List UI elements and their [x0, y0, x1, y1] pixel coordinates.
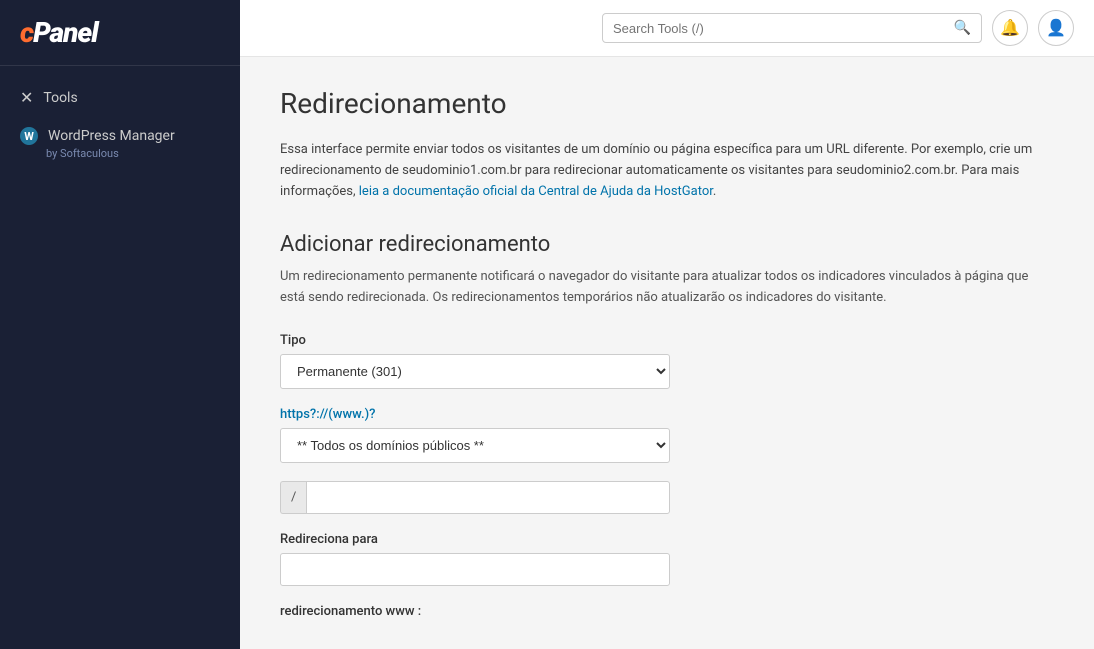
desc-text-2: .: [713, 184, 716, 199]
wp-item-top: W WordPress Manager: [20, 127, 220, 145]
www-group: redirecionamento www :: [280, 604, 1054, 619]
page-title: Redirecionamento: [280, 87, 1054, 120]
section-description: Um redirecionamento permanente notificar…: [280, 267, 1054, 309]
notifications-button[interactable]: 🔔: [992, 10, 1028, 46]
wp-label: WordPress Manager: [48, 128, 175, 144]
help-link[interactable]: leia a documentação oficial da Central d…: [359, 184, 713, 199]
https-group: https?://(www.)? ** Todos os domínios pú…: [280, 407, 1054, 463]
domain-select[interactable]: ** Todos os domínios públicos **: [280, 428, 670, 463]
wp-sub-label: by Softaculous: [20, 147, 220, 160]
sidebar-item-tools-label: Tools: [43, 90, 77, 106]
tipo-group: Tipo Permanente (301) Temporário (302): [280, 333, 1054, 389]
main-area: 🔍 🔔 👤 Redirecionamento Essa interface pe…: [240, 0, 1094, 649]
user-icon: 👤: [1046, 18, 1066, 38]
sidebar-item-tools[interactable]: ✕ Tools: [0, 78, 240, 117]
redirect-input[interactable]: [280, 553, 670, 586]
bell-icon: 🔔: [1000, 18, 1020, 38]
header: 🔍 🔔 👤: [240, 0, 1094, 57]
content-area: Redirecionamento Essa interface permite …: [240, 57, 1094, 649]
sidebar-nav: ✕ Tools W WordPress Manager by Softaculo…: [0, 66, 240, 182]
page-description: Essa interface permite enviar todos os v…: [280, 140, 1054, 202]
sidebar: cPanel ✕ Tools W WordPress Manager by So…: [0, 0, 240, 649]
tipo-select[interactable]: Permanente (301) Temporário (302): [280, 354, 670, 389]
search-input[interactable]: [613, 21, 948, 36]
user-menu-button[interactable]: 👤: [1038, 10, 1074, 46]
redirect-to-group: Redireciona para: [280, 532, 1054, 586]
wordpress-icon: W: [20, 127, 38, 145]
www-label: redirecionamento www :: [280, 604, 1054, 619]
path-group: /: [280, 481, 1054, 514]
tipo-label: Tipo: [280, 333, 1054, 348]
path-input[interactable]: [306, 481, 670, 514]
search-icon[interactable]: 🔍: [954, 20, 971, 36]
path-prefix: /: [280, 481, 306, 514]
section-title: Adicionar redirecionamento: [280, 232, 1054, 257]
redirect-label: Redireciona para: [280, 532, 1054, 547]
cpanel-logo: cPanel: [20, 16, 220, 49]
search-bar[interactable]: 🔍: [602, 13, 982, 43]
https-label: https?://(www.)?: [280, 407, 1054, 422]
sidebar-item-wordpress-manager[interactable]: W WordPress Manager by Softaculous: [0, 117, 240, 170]
tools-icon: ✕: [20, 88, 33, 107]
logo-area: cPanel: [0, 0, 240, 66]
path-input-wrapper: /: [280, 481, 670, 514]
